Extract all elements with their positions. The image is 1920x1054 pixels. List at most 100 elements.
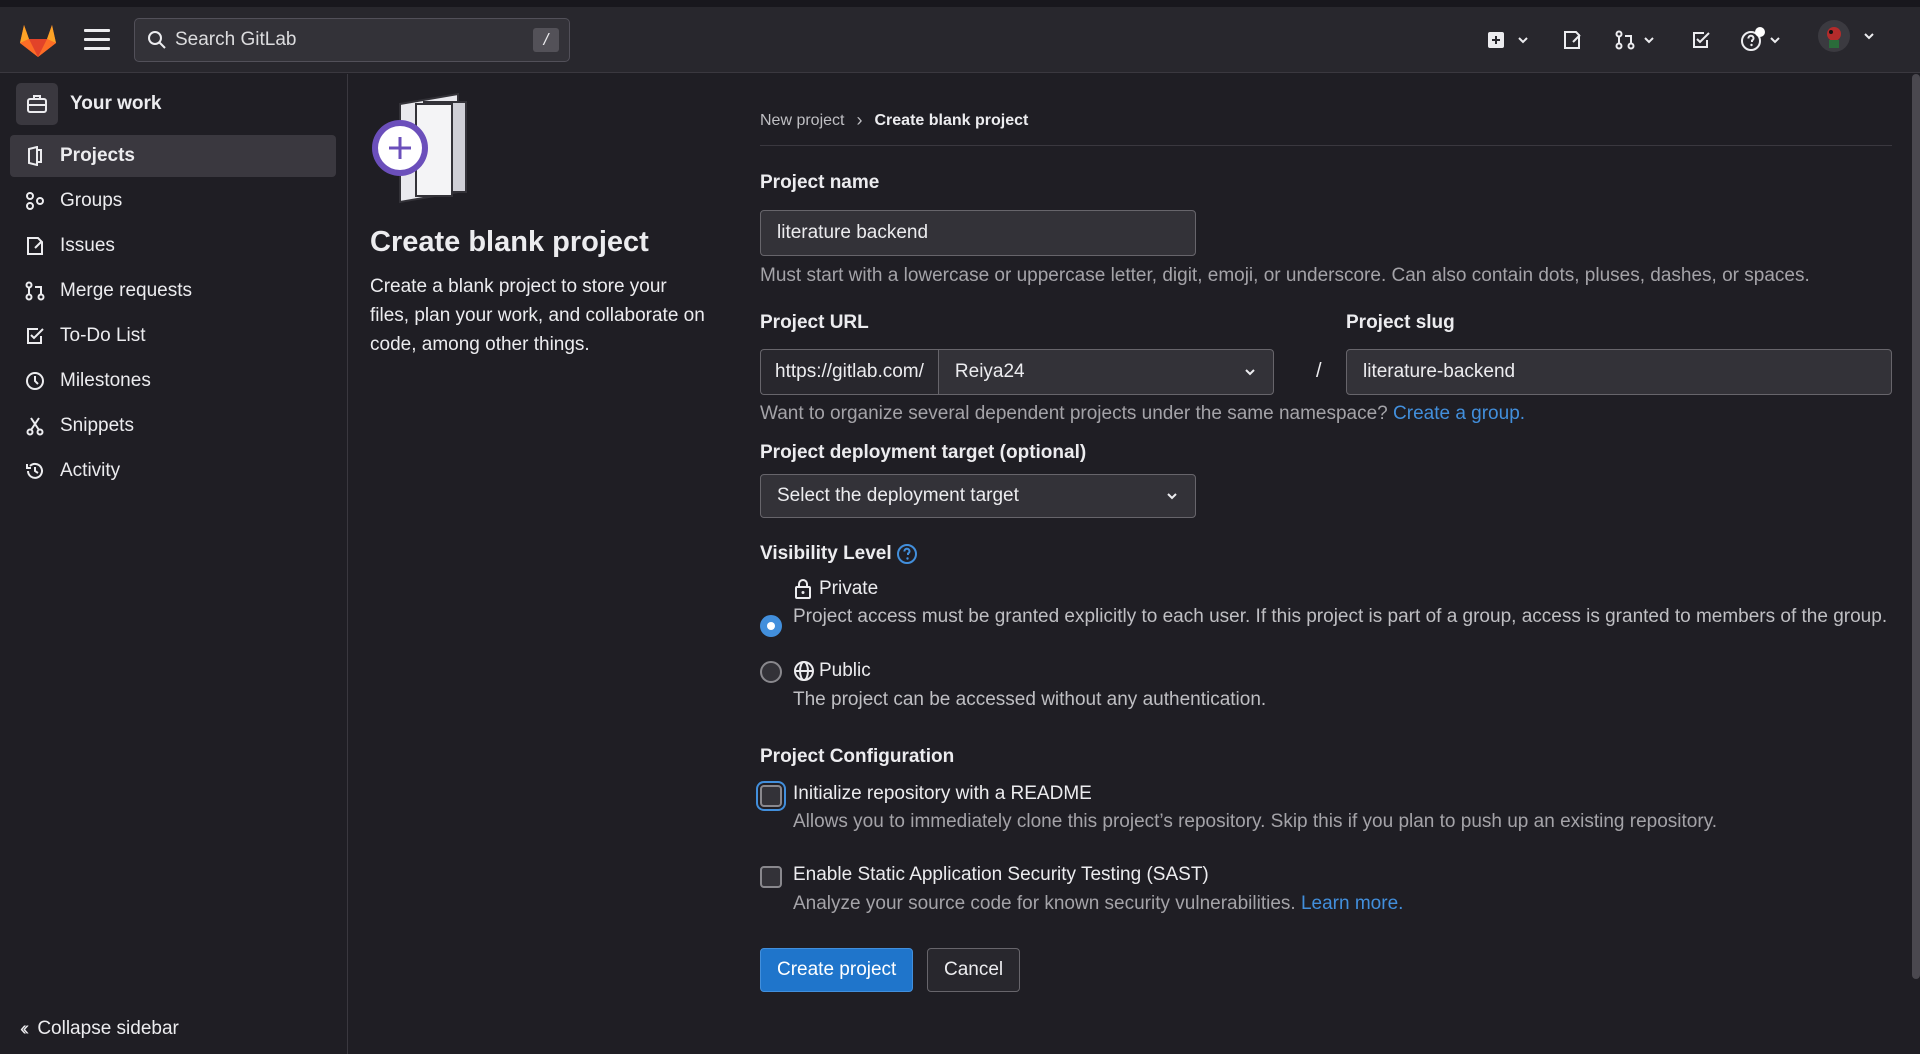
sidebar-item-label: Issues — [60, 235, 115, 256]
visibility-private-description: Project access must be granted explicitl… — [793, 606, 1888, 627]
issues-icon — [1564, 31, 1581, 49]
deployment-target-select[interactable]: Select the deployment target — [760, 474, 1196, 518]
search-icon — [148, 31, 166, 49]
history-icon — [24, 460, 46, 482]
create-group-link[interactable]: Create a group. — [1393, 403, 1525, 424]
sidebar-item-label: Projects — [60, 145, 135, 166]
avatar — [1818, 20, 1850, 52]
learn-more-link[interactable]: Learn more. — [1301, 893, 1403, 914]
readme-checkbox[interactable] — [760, 785, 782, 807]
collapse-sidebar-button[interactable]: ‹‹ Collapse sidebar — [20, 1014, 179, 1044]
project-name-label: Project name — [760, 172, 880, 193]
deployment-target-label: Project deployment target (optional) — [760, 442, 1087, 463]
url-separator: / — [1316, 360, 1322, 382]
url-prefix: https://gitlab.com/ — [760, 349, 938, 395]
sidebar-item-label: To-Do List — [60, 325, 146, 346]
namespace-select[interactable]: Reiya24 — [937, 349, 1274, 395]
namespace-value: Reiya24 — [954, 361, 1025, 382]
sast-help-text: Analyze your source code for known secur… — [793, 893, 1296, 914]
collapse-sidebar-label: Collapse sidebar — [37, 1018, 179, 1039]
issues-shortcut[interactable] — [1561, 27, 1583, 53]
sidebar-item-groups[interactable]: Groups — [10, 180, 336, 222]
chevron-down-icon — [1245, 369, 1255, 376]
sidebar-item-merge-requests[interactable]: Merge requests — [10, 270, 336, 312]
gitlab-logo-icon[interactable] — [18, 20, 58, 58]
group-icon — [24, 190, 46, 212]
visibility-public-description: The project can be accessed without any … — [793, 689, 1267, 710]
sidebar-item-issues[interactable]: Issues — [10, 225, 336, 267]
deployment-target-placeholder: Select the deployment target — [777, 485, 1019, 506]
todo-icon — [24, 325, 46, 347]
sidebar-item-todo-list[interactable]: To-Do List — [10, 315, 336, 357]
visibility-public-label: Public — [819, 660, 871, 681]
merge-request-icon — [24, 280, 46, 302]
breadcrumb-new-project-link[interactable]: New project — [760, 112, 844, 130]
visibility-public-option[interactable]: Public — [793, 660, 871, 682]
question-circle-icon[interactable] — [896, 543, 918, 565]
readme-label[interactable]: Initialize repository with a README — [793, 783, 1092, 805]
breadcrumb-current: Create blank project — [874, 111, 1029, 129]
project-form: New project › Create blank project Proje… — [760, 110, 1892, 992]
project-name-input[interactable] — [760, 210, 1196, 256]
lock-icon — [795, 579, 811, 599]
globe-icon — [794, 661, 814, 681]
sidebar-item-snippets[interactable]: Snippets — [10, 405, 336, 447]
issues-icon — [24, 235, 46, 257]
project-icon — [24, 145, 46, 167]
intro-panel: Create blank project Create a blank proj… — [370, 92, 710, 359]
sidebar-item-label: Merge requests — [60, 280, 193, 301]
namespace-help: Want to organize several dependent proje… — [760, 403, 1525, 425]
create-project-button[interactable]: Create project — [760, 948, 914, 992]
search-shortcut-badge: / — [533, 28, 559, 52]
search-input[interactable] — [175, 29, 515, 51]
project-url-group: https://gitlab.com/ Reiya24 — [760, 349, 1274, 395]
blank-project-illustration-icon — [372, 92, 467, 204]
snippet-icon — [24, 415, 46, 437]
help-dropdown[interactable] — [1740, 27, 1782, 53]
visibility-level-label: Visibility Level — [760, 543, 892, 564]
project-configuration-label: Project Configuration — [760, 746, 955, 767]
visibility-private-radio[interactable] — [760, 615, 782, 637]
project-slug-label: Project slug — [1346, 312, 1455, 333]
new-item-dropdown[interactable] — [1486, 27, 1530, 53]
page-scrollbar[interactable] — [1912, 74, 1920, 979]
sidebar-item-label: Activity — [60, 460, 121, 481]
search-box[interactable]: / — [134, 18, 570, 62]
project-slug-input[interactable] — [1346, 349, 1892, 395]
todo-shortcut[interactable] — [1690, 27, 1712, 53]
sidebar: Your work Projects Groups Issues Merge r… — [0, 74, 348, 1054]
chevron-right-icon: › — [856, 110, 863, 130]
visibility-level-heading: Visibility Level — [760, 543, 918, 565]
plus-square-icon — [1488, 32, 1504, 48]
chevron-down-icon — [1770, 37, 1780, 44]
chevron-down-icon — [1167, 493, 1177, 500]
breadcrumb: New project › Create blank project — [760, 110, 1892, 146]
cancel-button[interactable]: Cancel — [927, 948, 1021, 992]
sast-checkbox[interactable] — [760, 866, 782, 888]
window-top-edge — [0, 0, 1920, 7]
page-description: Create a blank project to store your fil… — [370, 275, 705, 355]
context-switcher[interactable]: Your work — [16, 80, 162, 128]
user-menu[interactable] — [1818, 20, 1876, 52]
project-name-help: Must start with a lowercase or uppercase… — [760, 265, 1810, 286]
sidebar-item-activity[interactable]: Activity — [10, 450, 336, 492]
page-title: Create blank project — [370, 226, 649, 258]
merge-request-icon — [1615, 30, 1635, 50]
top-bar: / — [0, 7, 1920, 73]
sast-help: Analyze your source code for known secur… — [793, 893, 1403, 915]
sast-label[interactable]: Enable Static Application Security Testi… — [793, 864, 1209, 886]
visibility-private-option[interactable]: Private — [793, 578, 878, 600]
sidebar-nav: Projects Groups Issues Merge requests To… — [10, 135, 336, 495]
visibility-public-radio[interactable] — [760, 661, 782, 683]
sidebar-item-projects[interactable]: Projects — [10, 135, 336, 177]
visibility-private-label: Private — [819, 578, 879, 599]
merge-requests-dropdown[interactable] — [1614, 27, 1656, 53]
sidebar-item-milestones[interactable]: Milestones — [10, 360, 336, 402]
chevron-down-icon — [1864, 33, 1874, 40]
chevron-double-left-icon: ‹‹ — [20, 1017, 30, 1040]
sidebar-item-label: Groups — [60, 190, 123, 211]
readme-help: Allows you to immediately clone this pro… — [793, 811, 1718, 832]
project-url-label: Project URL — [760, 312, 869, 333]
briefcase-icon — [16, 83, 58, 125]
menu-toggle-icon[interactable] — [84, 29, 110, 51]
